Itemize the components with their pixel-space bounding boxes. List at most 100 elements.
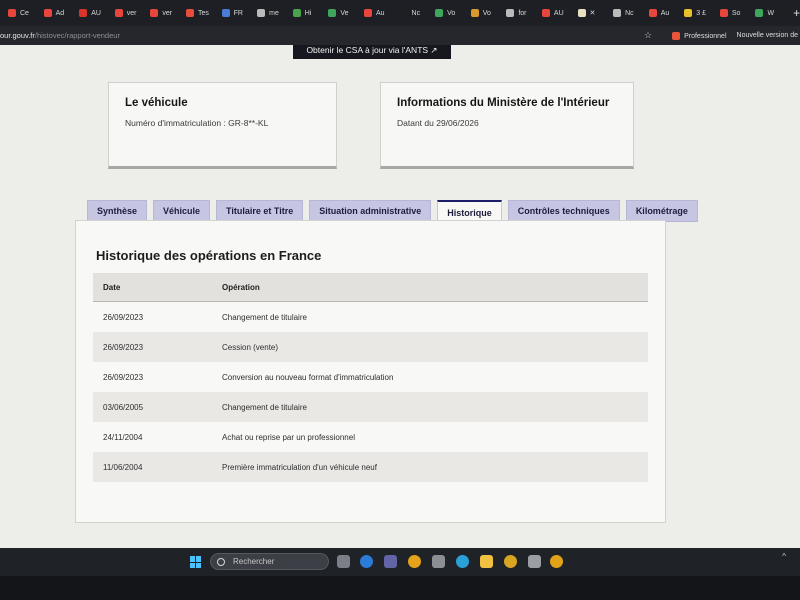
edge-icon[interactable] <box>456 555 469 568</box>
browser-tab[interactable]: Nc <box>607 0 643 26</box>
chrome-active-icon[interactable] <box>550 555 563 568</box>
browser-tab[interactable]: Hi <box>287 0 323 26</box>
table-row: 24/11/2004 Achat ou reprise par un profe… <box>93 422 648 452</box>
table-row: 26/09/2023 Cession (vente) <box>93 332 648 362</box>
browser-tab[interactable]: Tes <box>180 0 216 26</box>
browser-tab[interactable]: Vo <box>465 0 501 26</box>
row-date: 03/06/2005 <box>103 402 144 412</box>
page-content: Obtenir le CSA à jour via l'ANTS ↗ Le vé… <box>0 45 800 548</box>
new-tab-button[interactable]: + <box>793 6 800 20</box>
bookmark-star-icon[interactable]: ☆ <box>644 30 652 41</box>
browser-tab-label: Ad <box>55 9 65 17</box>
table-header: Date Opération <box>93 273 648 302</box>
browser-tab-label: ✕ <box>589 10 596 17</box>
tab-synthese[interactable]: Synthèse <box>87 200 148 222</box>
vehicle-card: Le véhicule Numéro d'immatriculation : G… <box>108 82 337 169</box>
row-date: 24/11/2004 <box>103 432 143 442</box>
tab-favicon-icon <box>257 9 266 17</box>
tab-controles-techniques[interactable]: Contrôles techniques <box>507 200 620 222</box>
new-version-button[interactable]: Nouvelle version de <box>737 32 798 39</box>
calculator-icon[interactable] <box>432 555 445 568</box>
browser-tab[interactable]: Au <box>643 0 679 26</box>
monitor-bezel <box>0 576 800 600</box>
address-bar[interactable]: our.gouv.fr/histovec/rapport-vendeur ☆ P… <box>0 26 800 45</box>
tab-titulaire[interactable]: Titulaire et Titre <box>216 200 304 222</box>
browser-tab[interactable]: Ce <box>2 0 38 26</box>
tab-favicon-icon <box>221 9 230 17</box>
tray-chevron-icon[interactable]: ^ <box>782 552 786 561</box>
browser-tab-label: Nc <box>625 9 634 17</box>
tab-favicon-icon <box>43 9 52 17</box>
browser-tab-label: AU <box>91 9 101 17</box>
registration-number: Numéro d'immatriculation : GR-8**-KL <box>125 118 269 128</box>
tab-favicon-icon <box>435 9 444 17</box>
browser-tab[interactable]: Ad <box>38 0 74 26</box>
tab-favicon-icon <box>719 9 728 17</box>
browser-tab[interactable]: W <box>749 0 785 26</box>
browser-tab[interactable]: Vo <box>429 0 465 26</box>
file-explorer-icon[interactable] <box>480 555 493 568</box>
table-row: 11/06/2004 Première immatriculation d'un… <box>93 452 648 482</box>
search-icon <box>217 557 225 566</box>
row-operation: Achat ou reprise par un professionnel <box>222 432 355 442</box>
row-operation: Changement de titulaire <box>222 402 307 412</box>
table-row: 26/09/2023 Conversion au nouveau format … <box>93 362 648 392</box>
tab-favicon-icon <box>150 9 159 17</box>
tab-favicon-icon <box>79 9 88 17</box>
browser-tab[interactable]: ver <box>109 0 145 26</box>
tab-favicon-icon <box>8 9 16 17</box>
tab-kilometrage[interactable]: Kilométrage <box>625 200 698 222</box>
browser-toolbar-right: ☆ Professionnel Nouvelle version de <box>644 26 800 45</box>
teams-icon[interactable] <box>384 555 397 568</box>
table-row: 03/06/2005 Changement de titulaire <box>93 392 648 422</box>
tab-favicon-icon <box>577 9 586 17</box>
tab-favicon-icon <box>114 9 123 17</box>
browser-tab[interactable]: for <box>500 0 536 26</box>
tab-favicon-icon <box>399 9 408 17</box>
browser-tab[interactable]: me <box>251 0 287 26</box>
taskbar-search-input[interactable]: Rechercher <box>210 553 329 570</box>
history-table: Date Opération 26/09/2023 Changement de … <box>93 273 648 482</box>
browser-tab-label: me <box>269 9 279 17</box>
browser-tab-label: ver <box>126 9 137 17</box>
browser-tab[interactable]: So <box>714 0 750 26</box>
tab-favicon-icon <box>470 9 479 17</box>
browser-tab[interactable]: ✕ <box>572 0 608 26</box>
browser-tab[interactable]: FR <box>216 0 252 26</box>
browser-tab-label: Tes <box>197 9 209 17</box>
row-date: 26/09/2023 <box>103 312 144 322</box>
url-path: /histovec/rapport-vendeur <box>34 31 120 40</box>
browser-tab-label: ver <box>162 9 173 17</box>
task-view-icon[interactable] <box>337 555 350 568</box>
browser-tab[interactable]: Au <box>358 0 394 26</box>
snipping-tool-icon[interactable] <box>528 555 541 568</box>
browser-tab[interactable]: 3 £ <box>678 0 714 26</box>
csa-ants-button[interactable]: Obtenir le CSA à jour via l'ANTS ↗ <box>293 45 451 59</box>
browser-tab[interactable]: AU <box>536 0 572 26</box>
browser-tab[interactable]: Nc <box>394 0 430 26</box>
ministry-card: Informations du Ministère de l'Intérieur… <box>380 82 634 169</box>
tab-vehicule[interactable]: Véhicule <box>153 200 211 222</box>
skype-icon[interactable] <box>360 555 373 568</box>
table-row: 26/09/2023 Changement de titulaire <box>93 302 648 332</box>
row-operation: Première immatriculation d'un véhicule n… <box>222 462 377 472</box>
column-header-date: Date <box>103 282 121 292</box>
profile-button[interactable]: Professionnel <box>672 31 727 40</box>
browser-tab-label: FR <box>233 9 243 17</box>
tab-favicon-icon <box>292 9 301 17</box>
windows-start-icon[interactable] <box>190 556 202 568</box>
tab-favicon-icon <box>541 9 550 17</box>
browser-tab-label: for <box>518 9 527 17</box>
tab-situation-administrative[interactable]: Situation administrative <box>309 200 432 222</box>
search-placeholder: Rechercher <box>233 557 275 566</box>
browser-tab-label: Au <box>660 9 670 17</box>
browser-tab-label: Vo <box>482 9 491 17</box>
profile-icon <box>672 31 681 40</box>
browser-tab[interactable]: Ve <box>322 0 358 26</box>
chrome-profile-icon[interactable] <box>504 555 517 568</box>
browser-tab[interactable]: AU <box>73 0 109 26</box>
browser-tab[interactable]: ver <box>144 0 180 26</box>
chrome-icon[interactable] <box>408 555 421 568</box>
tab-favicon-icon <box>648 9 657 17</box>
history-title: Historique des opérations en France <box>96 248 322 263</box>
